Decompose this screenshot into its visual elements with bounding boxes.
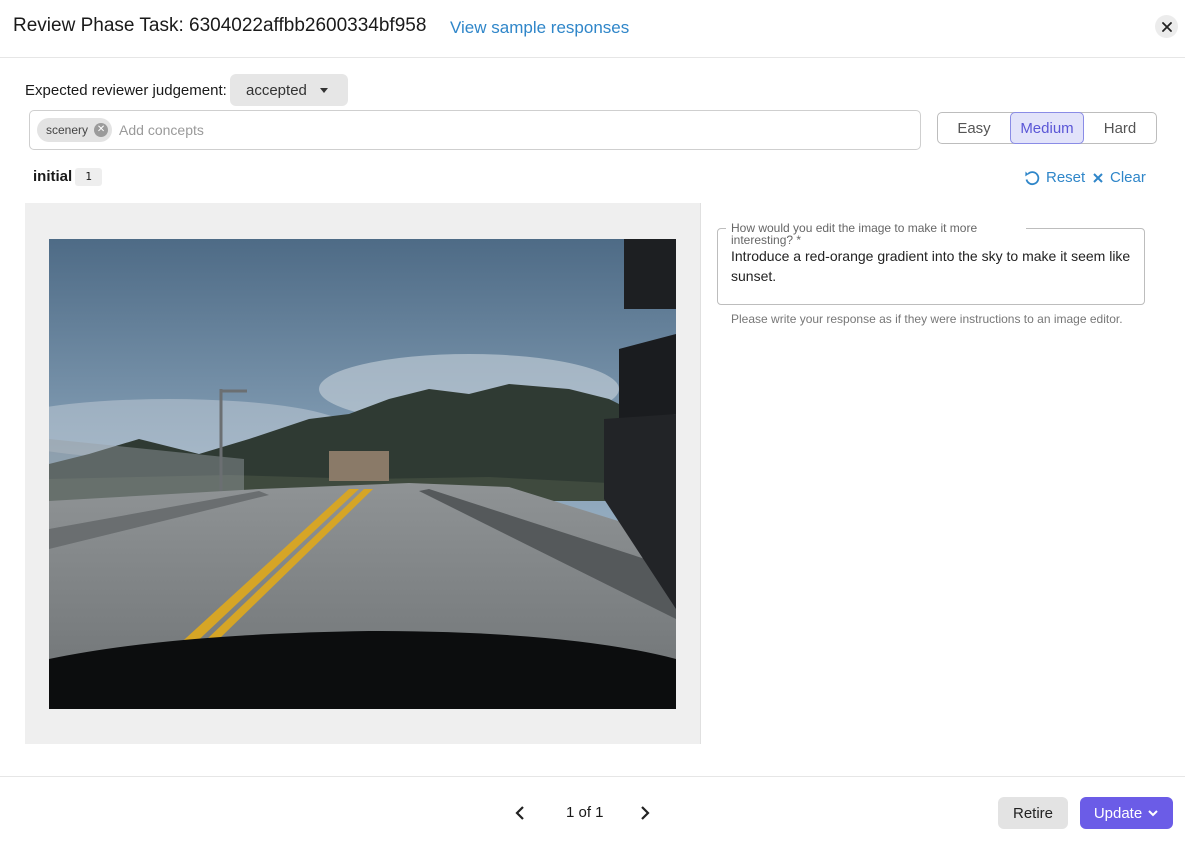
concept-chip-label: scenery xyxy=(46,123,89,137)
judgement-value: accepted xyxy=(246,81,307,99)
count-badge: 1 xyxy=(75,168,102,186)
section-label: initial xyxy=(33,168,73,185)
chevron-left-icon[interactable] xyxy=(510,804,530,822)
question-label: How would you edit the image to make it … xyxy=(726,222,1026,246)
clear-label: Clear xyxy=(1110,169,1146,186)
view-sample-responses-link[interactable]: View sample responses xyxy=(450,18,629,38)
update-label: Update xyxy=(1093,804,1143,822)
reset-button[interactable]: Reset xyxy=(1024,169,1085,186)
reset-label: Reset xyxy=(1046,169,1086,186)
clear-button[interactable]: Clear xyxy=(1092,169,1146,186)
judgement-select[interactable]: accepted xyxy=(230,74,348,106)
retire-button[interactable]: Retire xyxy=(998,797,1068,829)
add-concepts-input[interactable] xyxy=(119,122,420,138)
page-title: Review Phase Task: 6304022affbb2600334bf… xyxy=(13,15,427,36)
response-text[interactable]: Introduce a red-orange gradient into the… xyxy=(731,246,1131,286)
pagination-text: 1 of 1 xyxy=(566,804,604,821)
difficulty-hard[interactable]: Hard xyxy=(1084,113,1156,143)
caret-down-icon xyxy=(320,88,328,93)
concepts-input-box[interactable]: scenery ✕ xyxy=(29,110,921,150)
remove-chip-icon[interactable]: ✕ xyxy=(94,123,109,137)
close-icon xyxy=(1161,21,1172,32)
dialog-header: Review Phase Task: 6304022affbb2600334bf… xyxy=(0,0,1185,58)
difficulty-toggle: Easy Medium Hard xyxy=(937,112,1157,144)
update-button[interactable]: Update xyxy=(1080,797,1173,829)
chevron-down-icon xyxy=(1148,810,1158,817)
close-button[interactable] xyxy=(1155,15,1178,38)
difficulty-easy[interactable]: Easy xyxy=(938,113,1010,143)
helper-text: Please write your response as if they we… xyxy=(731,312,1123,326)
close-icon xyxy=(1093,172,1103,183)
scene-image xyxy=(49,239,676,709)
image-panel xyxy=(25,203,701,744)
undo-icon xyxy=(1025,170,1040,185)
concept-chip: scenery ✕ xyxy=(37,118,113,142)
chevron-right-icon[interactable] xyxy=(635,804,655,822)
judgement-label: Expected reviewer judgement: xyxy=(25,82,227,99)
difficulty-medium[interactable]: Medium xyxy=(1010,112,1084,144)
